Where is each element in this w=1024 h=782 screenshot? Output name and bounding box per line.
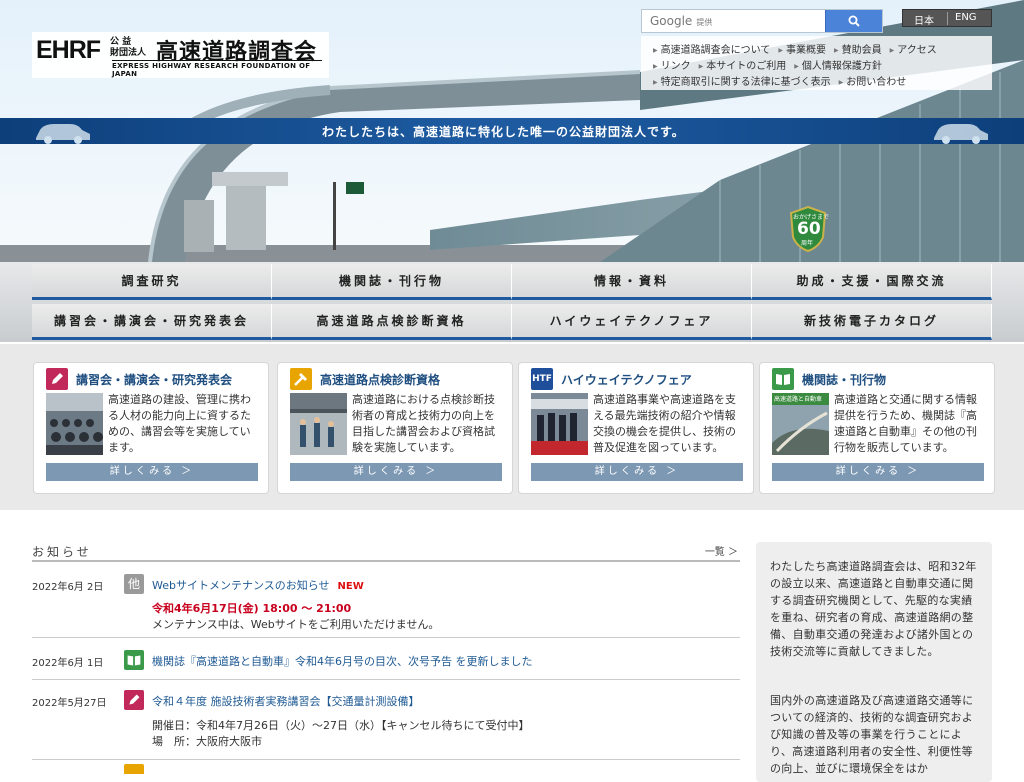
thumb-caption: 高速道路と自動車 (774, 396, 823, 403)
pencil-icon (124, 690, 144, 710)
news-title[interactable]: 令和４年度 施設技術者実務講習会【交通量計測設備】 (152, 693, 420, 709)
new-badge: NEW (337, 581, 364, 592)
car-icon (934, 124, 988, 144)
nav-inspection-qualification[interactable]: 高速道路点検診断資格 (272, 304, 512, 340)
news-heading: お知らせ (32, 545, 92, 559)
card-publications[interactable]: 機関誌・刊行物 高速道路と自動車 高速道路と交通に関する情報提供を行うため、機関… (759, 362, 995, 494)
utility-links: 高速道路調査会について事業概要賛助会員アクセス リンク本サイトのご利用個人情報保… (641, 36, 992, 90)
nav-tech-catalog[interactable]: 新技術電子カタログ (752, 304, 992, 340)
lang-separator (947, 12, 948, 25)
news-text: メンテナンス中は、Webサイトをご利用いただけません。 (152, 618, 440, 631)
card-description: 高速道路の建設、管理に携わる人材の能力向上に資するための、講習会等を実施していま… (108, 393, 251, 454)
other-icon: 他 (124, 574, 144, 594)
logo-kana: 公 益 財団法人 (110, 37, 146, 59)
logo-rule (112, 60, 322, 61)
nav-research[interactable]: 調査研究 (32, 264, 272, 300)
link-business[interactable]: 事業概要 (778, 45, 826, 56)
tagline-band: わたしたちは、高速道路に特化した唯一の公益財団法人です。 (0, 118, 1024, 144)
news-item: 2022年6月 1日 機関誌『高速道路と自動車』令和4年6月号の目次、次号予告 … (32, 638, 740, 680)
news-header: お知らせ 一覧 ＞ (32, 540, 740, 562)
book-icon (124, 650, 144, 670)
card-description: 高速道路と交通に関する情報提供を行うため、機関誌『高速道路と自動車』その他の刊行… (834, 393, 977, 454)
news-emphasis: 令和4年6月17日(金) 18:00 ～ 21:00 (152, 602, 352, 615)
search-button[interactable] (825, 10, 882, 32)
card-more-button[interactable]: 詳しくみる ＞ (46, 463, 258, 481)
logo-abbreviation: EHRF (36, 36, 101, 64)
news-date: 2022年5月27日 (32, 698, 107, 709)
link-links[interactable]: リンク (653, 61, 691, 72)
pencil-icon (46, 368, 68, 390)
search-box[interactable]: Google 提供 (641, 9, 883, 33)
lang-japanese[interactable]: 日本 (914, 12, 934, 27)
logo-english: EXPRESS HIGHWAY RESEARCH FOUNDATION OF J… (112, 62, 311, 78)
utility-row-3: 特定商取引に関する法律に基づく表示お問い合わせ (653, 73, 914, 88)
search-placeholder-sub: 提供 (696, 18, 713, 27)
card-title[interactable]: 高速道路点検診断資格 (320, 371, 440, 388)
card-thumbnail: 高速道路と自動車 (772, 393, 829, 455)
link-members[interactable]: 賛助会員 (834, 45, 882, 56)
card-inspection[interactable]: 高速道路点検診断資格 高速道路における点検診断技術者の育成と技術力の向上を目指し… (277, 362, 513, 494)
card-more-button[interactable]: 詳しくみる ＞ (772, 463, 984, 481)
card-description: 高速道路事業や高速道路を支える最先端技術の紹介や情報交換の機会を提供し、技術の普… (593, 393, 736, 454)
logo-kana-line1: 公 益 (110, 37, 132, 47)
card-more-button[interactable]: 詳しくみる ＞ (290, 463, 502, 481)
nav-information[interactable]: 情報・資料 (512, 264, 752, 300)
search-placeholder: Google (650, 14, 693, 28)
card-techno-fair[interactable]: HTF ハイウェイテクノフェア 高速道路事業や高速道路を支える最先端技術の紹介や… (518, 362, 754, 494)
search-input[interactable]: Google 提供 (650, 14, 712, 28)
link-commerce-law[interactable]: 特定商取引に関する法律に基づく表示 (653, 77, 831, 88)
news-text: 場 所：大阪府大阪市 (152, 735, 262, 748)
htf-icon: HTF (531, 368, 553, 390)
card-description: 高速道路における点検診断技術者の育成と技術力の向上を目指した講習会および資格試験… (352, 393, 495, 454)
anniversary-badge: おかげさまで 60 周年 (789, 205, 829, 253)
main-navigation: 調査研究 機関誌・刊行物 情報・資料 助成・支援・国際交流 講習会・講演会・研究… (0, 262, 1024, 342)
card-more-button[interactable]: 詳しくみる ＞ (531, 463, 743, 481)
badge-line2: 周年 (801, 240, 814, 247)
card-seminars[interactable]: 講習会・講演会・研究発表会 高速道路の建設、管理に携わる人材の能力向上に資するた… (33, 362, 269, 494)
nav-grants[interactable]: 助成・支援・国際交流 (752, 264, 992, 300)
card-title[interactable]: 機関誌・刊行物 (802, 371, 886, 388)
card-thumbnail (46, 393, 103, 455)
news-item: 2022年6月 2日 他 Webサイトメンテナンスのお知らせ NEW 令和4年6月… (32, 566, 740, 638)
news-title-line: Webサイトメンテナンスのお知らせ NEW (152, 577, 364, 593)
card-thumbnail (290, 393, 347, 455)
news-title[interactable]: Webサイトメンテナンスのお知らせ (152, 579, 330, 592)
about-paragraph-2: 国内外の高速道路及び高速道路交通等についての経済的、技術的な調査研究および知識の… (770, 694, 974, 775)
news-text: 開催日：令和4年7月26日（火）～27日（水）【キャンセル待ちにて受付中】 (152, 719, 530, 732)
card-title[interactable]: 講習会・講演会・研究発表会 (76, 371, 232, 388)
link-about[interactable]: 高速道路調査会について (653, 45, 771, 56)
car-icon (36, 124, 90, 144)
link-access[interactable]: アクセス (890, 45, 937, 56)
link-privacy[interactable]: 個人情報保護方針 (794, 61, 882, 72)
lang-english[interactable]: ENG (955, 12, 977, 23)
utility-row-1: 高速道路調査会について事業概要賛助会員アクセス (653, 41, 945, 56)
card-thumbnail (531, 393, 588, 455)
search-icon (848, 15, 860, 27)
news-item: 2022年5月27日 令和４年度 施設技術者実務講習会【交通量計測設備】 開催日… (32, 680, 740, 760)
badge-number: 60 (797, 219, 821, 239)
site-logo[interactable]: EHRF 公 益 財団法人 高速道路調査会 EXPRESS HIGHWAY RE… (32, 32, 329, 78)
book-icon (772, 368, 794, 390)
news-all-link[interactable]: 一覧 ＞ (705, 543, 738, 558)
nav-techno-fair[interactable]: ハイウェイテクノフェア (512, 304, 752, 340)
card-title[interactable]: ハイウェイテクノフェア (561, 371, 692, 388)
news-date: 2022年6月 1日 (32, 658, 104, 669)
news-date: 2022年6月 2日 (32, 582, 104, 593)
language-switcher: 日本 ENG (902, 9, 992, 27)
feature-cards: 講習会・講演会・研究発表会 高速道路の建設、管理に携わる人材の能力向上に資するた… (0, 344, 1024, 510)
tagline-text: わたしたちは、高速道路に特化した唯一の公益財団法人です。 (322, 125, 685, 139)
about-paragraph-1: わたしたち高速道路調査会は、昭和32年の設立以来、高速道路と自動車交通に関する調… (770, 560, 977, 658)
link-site-usage[interactable]: 本サイトのご利用 (699, 61, 786, 72)
nav-publications[interactable]: 機関誌・刊行物 (272, 264, 512, 300)
link-contact[interactable]: お問い合わせ (839, 77, 906, 88)
nav-seminars[interactable]: 講習会・講演会・研究発表会 (32, 304, 272, 340)
utility-row-2: リンク本サイトのご利用個人情報保護方針 (653, 57, 890, 72)
news-title[interactable]: 機関誌『高速道路と自動車』令和4年6月号の目次、次号予告 を更新しました (152, 653, 533, 669)
logo-kana-line2: 財団法人 (110, 48, 147, 58)
hero-banner: EHRF 公 益 財団法人 高速道路調査会 EXPRESS HIGHWAY RE… (0, 0, 1024, 262)
about-panel: わたしたち高速道路調査会は、昭和32年の設立以来、高速道路と自動車交通に関する調… (756, 542, 992, 782)
hammer-icon (124, 764, 144, 774)
hammer-icon (290, 368, 312, 390)
